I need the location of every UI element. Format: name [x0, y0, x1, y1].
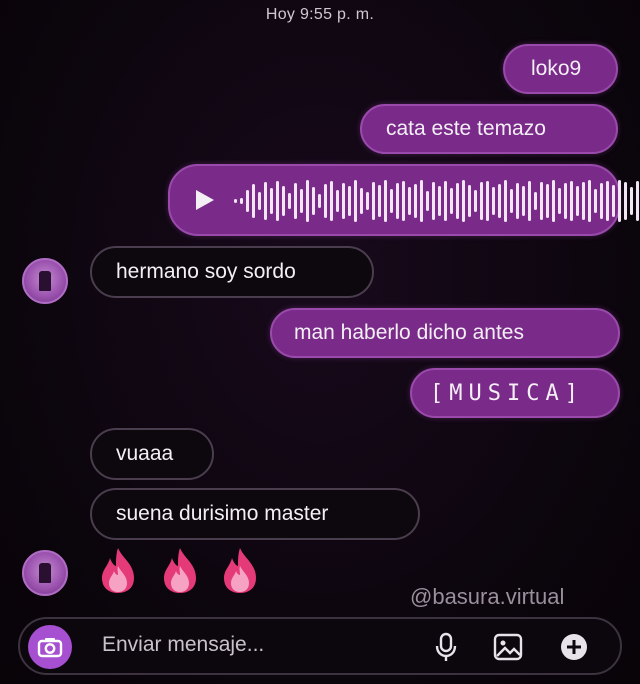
fire-icon — [224, 548, 256, 593]
sent-message[interactable]: cata este temazo — [360, 104, 618, 154]
message-composer[interactable]: Enviar mensaje... — [18, 617, 622, 675]
plus-icon — [561, 634, 587, 660]
avatar-figure — [39, 563, 51, 583]
sent-message[interactable]: [MUSICA] — [410, 368, 620, 418]
microphone-button[interactable] — [430, 631, 462, 663]
avatar[interactable] — [22, 550, 68, 596]
sent-message[interactable]: man haberlo dicho antes — [270, 308, 620, 358]
received-message[interactable]: hermano soy sordo — [90, 246, 374, 298]
voice-note-message[interactable] — [168, 164, 639, 236]
message-text: cata este temazo — [386, 117, 546, 140]
camera-button[interactable] — [28, 625, 72, 669]
received-message[interactable]: vuaaa — [90, 428, 214, 480]
play-icon[interactable] — [196, 190, 214, 210]
image-icon — [493, 633, 523, 661]
message-text: loko9 — [531, 57, 582, 80]
audio-waveform[interactable] — [234, 176, 640, 226]
add-button[interactable] — [558, 631, 590, 663]
message-text: [MUSICA] — [430, 380, 584, 406]
chat-screen: Hoy 9:55 p. m. loko9 cata este temazo he… — [0, 0, 640, 684]
message-timestamp: Hoy 9:55 p. m. — [265, 6, 375, 23]
message-text: man haberlo dicho antes — [294, 321, 524, 344]
received-message[interactable]: suena durisimo master — [90, 488, 420, 540]
gallery-button[interactable] — [492, 631, 524, 663]
message-text: vuaaa — [116, 442, 174, 465]
avatar[interactable] — [22, 258, 68, 304]
watermark: @basura.virtual — [410, 584, 565, 609]
camera-icon — [37, 638, 63, 658]
avatar-figure — [39, 271, 51, 291]
message-text: suena durisimo master — [116, 502, 329, 525]
fire-icon — [102, 548, 134, 593]
sent-message[interactable]: loko9 — [503, 44, 618, 94]
message-text: hermano soy sordo — [116, 260, 296, 283]
message-input[interactable]: Enviar mensaje... — [102, 633, 264, 657]
fire-icon — [164, 548, 196, 593]
microphone-icon — [435, 632, 457, 661]
